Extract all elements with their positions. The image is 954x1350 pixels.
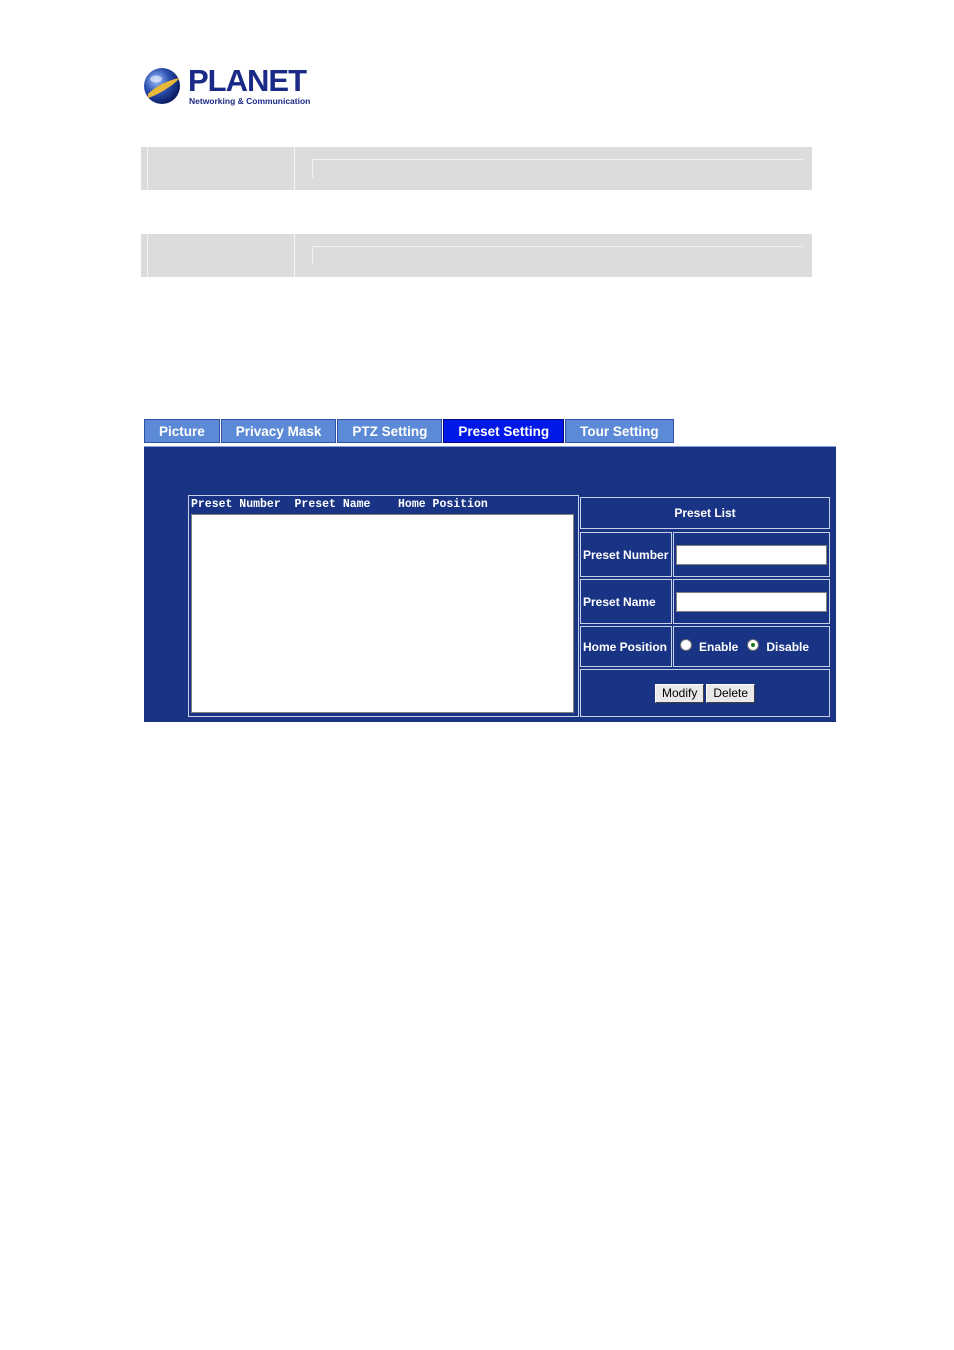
preset-name-input[interactable] (676, 592, 827, 612)
home-position-enable-radio[interactable] (680, 639, 692, 651)
home-position-enable-label: Enable (699, 639, 739, 654)
blank-value-cell (312, 246, 803, 265)
blank-setting-row-2 (141, 234, 812, 277)
home-position-label-cell: Home Position (580, 626, 672, 667)
preset-actions: Modify Delete (581, 670, 829, 716)
preset-form-title-cell: Preset List (580, 497, 830, 529)
preset-list[interactable] (191, 514, 574, 713)
preset-number-input[interactable] (676, 545, 827, 565)
tab-preset-setting[interactable]: Preset Setting (443, 419, 565, 443)
brand-name: PLANET (188, 63, 307, 98)
preset-form-title: Preset List (674, 506, 736, 520)
preset-list-header: Preset Number Preset Name Home Position (191, 497, 574, 513)
preset-number-value-cell (673, 532, 830, 577)
home-position-disable-label: Disable (766, 639, 810, 654)
preset-setting-panel: Preset Number Preset Name Home Position … (144, 446, 836, 722)
planet-orb-icon (144, 68, 180, 104)
tab-privacy-mask[interactable]: Privacy Mask (220, 419, 337, 443)
modify-button[interactable]: Modify (654, 683, 705, 703)
preset-name-value-cell (673, 579, 830, 624)
delete-button[interactable]: Delete (706, 683, 756, 703)
blank-label-cell (147, 234, 295, 277)
brand-tagline: Networking & Communication (189, 96, 311, 106)
preset-actions-cell: Modify Delete (580, 669, 830, 717)
home-position-value-cell: Enable Disable (673, 626, 830, 667)
tab-ptz-setting[interactable]: PTZ Setting (337, 419, 443, 443)
tab-picture[interactable]: Picture (144, 419, 220, 443)
blank-value-cell (312, 159, 803, 178)
preset-list-box: Preset Number Preset Name Home Position (188, 495, 579, 717)
home-position-disable-radio[interactable] (747, 639, 760, 651)
home-position-label: Home Position (583, 639, 668, 654)
planet-logo: PLANET Networking & Communication (142, 64, 312, 110)
preset-name-label-cell: Preset Name (580, 579, 672, 624)
blank-setting-row-1 (141, 147, 812, 190)
blank-label-cell (147, 147, 295, 190)
home-position-radio-group: Enable Disable (674, 627, 829, 666)
preset-number-label: Preset Number (583, 547, 669, 562)
settings-tab-bar: Picture Privacy Mask PTZ Setting Preset … (144, 419, 675, 444)
tab-tour-setting[interactable]: Tour Setting (565, 419, 674, 443)
preset-name-label: Preset Name (583, 594, 656, 609)
preset-number-label-cell: Preset Number (580, 532, 672, 577)
